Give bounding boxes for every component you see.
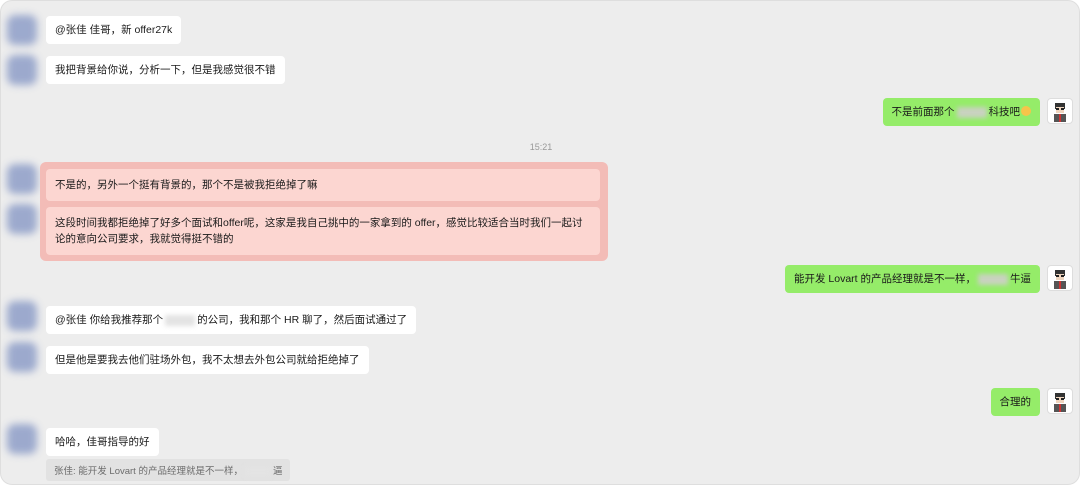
message-bubble[interactable]: 我把背景给你说，分析一下，但是我感觉很不错 [46,56,285,84]
message-bubble[interactable]: @张佳 佳哥，新 offer27k [46,16,182,44]
message-text: 我把背景给你说，分析一下，但是我感觉很不错 [55,64,276,76]
message-bubble[interactable]: 这段时间我都拒绝掉了好多个面试和offer呢，这家是我自己挑中的一家拿到的 of… [46,207,600,255]
contact-avatar[interactable] [7,204,37,234]
message-text: @张佳 你给我推荐那个 [55,314,164,326]
message-text: 这段时间我都拒绝掉了好多个面试和offer呢，这家是我自己挑中的一家拿到的 of… [55,217,583,245]
smile-emoji-icon [1021,106,1031,117]
quote-text: 逼 [272,466,283,477]
contact-avatar[interactable] [7,15,37,45]
message-bubble-outgoing[interactable]: 能开发 Lovart 的产品经理就是不一样， 牛逼 [784,265,1040,293]
contact-avatar[interactable] [7,424,37,454]
redacted-text [956,106,987,118]
my-avatar[interactable] [1047,265,1073,291]
timestamp: 15:21 [529,142,553,152]
message-bubble[interactable]: 哈哈，佳哥指导的好 [46,428,159,456]
message-bubble-outgoing[interactable]: 不是前面那个 科技吧 [882,98,1040,126]
quote-text: 张佳: 能开发 Lovart 的产品经理就是不一样， [54,466,243,477]
message-text: 哈哈，佳哥指导的好 [55,436,150,448]
message-bubble[interactable]: 不是的，另外一个挺有背景的，那个不是被我拒绝掉了嘛 [46,169,600,201]
contact-avatar[interactable] [7,301,37,331]
contact-avatar[interactable] [7,164,37,194]
message-text: 牛逼 [1010,273,1031,285]
redacted-text [165,314,196,326]
message-text: 但是他是要我去他们驻场外包，我不太想去外包公司就给拒绝掉了 [55,354,360,366]
message-text: 能开发 Lovart 的产品经理就是不一样， [793,273,976,285]
contact-avatar[interactable] [7,342,37,372]
my-avatar[interactable] [1047,98,1073,124]
message-text: 合理的 [999,396,1032,408]
message-text: 的公司，我和那个 HR 聊了，然后面试通过了 [197,314,408,326]
redacted-text [244,465,271,477]
message-text: 不是的，另外一个挺有背景的，那个不是被我拒绝掉了嘛 [55,179,318,191]
message-bubble[interactable]: 但是他是要我去他们驻场外包，我不太想去外包公司就给拒绝掉了 [46,346,369,374]
redacted-text [978,273,1008,285]
message-bubble-outgoing[interactable]: 合理的 [990,388,1040,416]
contact-avatar[interactable] [7,55,37,85]
quoted-message[interactable]: 张佳: 能开发 Lovart 的产品经理就是不一样， 逼 [46,459,291,481]
message-bubble[interactable]: @张佳 你给我推荐那个 的公司，我和那个 HR 聊了，然后面试通过了 [46,306,417,334]
message-text: 不是前面那个 [891,106,955,118]
chat-window: @张佳 佳哥，新 offer27k 我把背景给你说，分析一下，但是我感觉很不错 … [0,0,1080,485]
message-text: 科技吧 [988,106,1021,118]
my-avatar[interactable] [1047,388,1073,414]
message-text: @张佳 佳哥，新 offer27k [55,24,173,36]
